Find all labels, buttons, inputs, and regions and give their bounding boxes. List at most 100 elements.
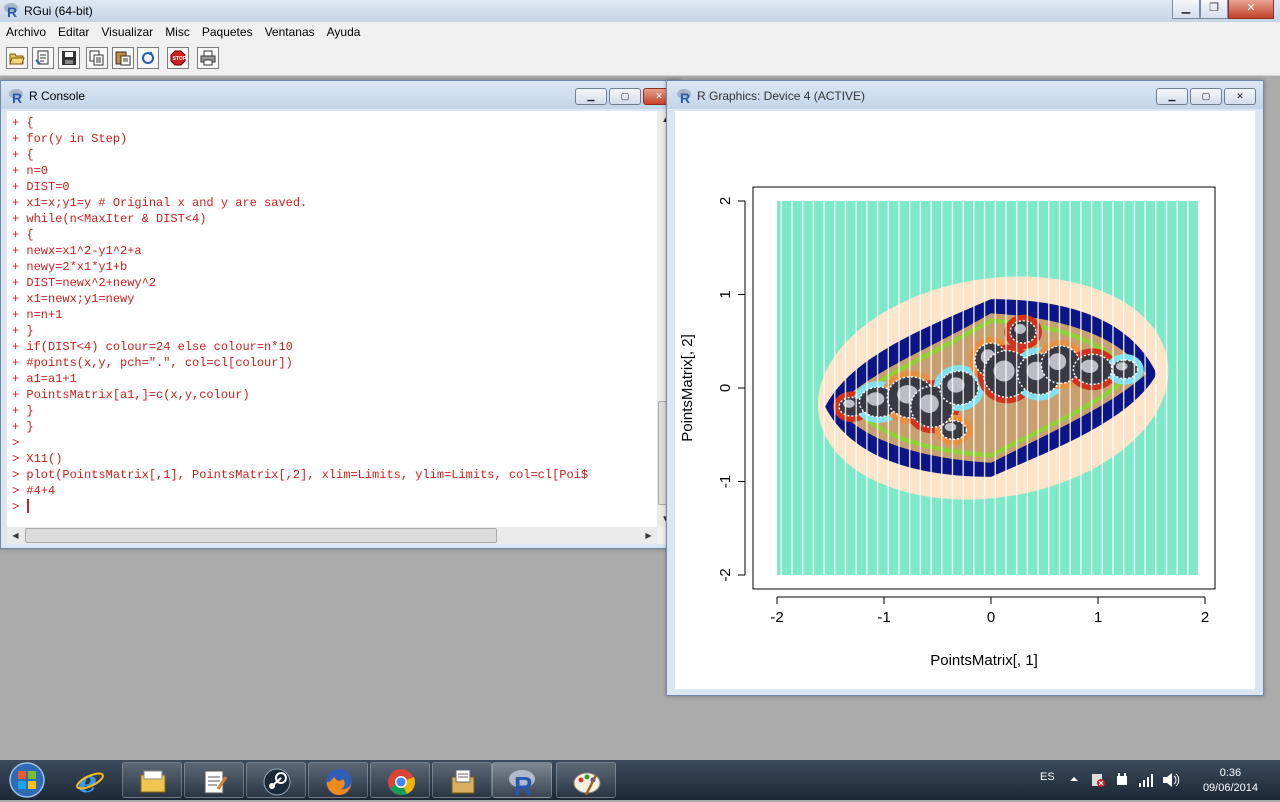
console-maximize-button[interactable]: ▢ [609, 88, 641, 105]
save-button[interactable] [58, 47, 80, 69]
graphics-title: R Graphics: Device 4 (ACTIVE) [697, 89, 866, 103]
x-tick-label: 1 [1094, 609, 1102, 626]
notes-icon [204, 770, 228, 794]
graphics-minimize-button[interactable]: ▁ [1156, 88, 1188, 105]
toolbar: STOP [0, 42, 1280, 76]
console-title-bar[interactable]: R R Console ▁ ▢ ✕ [1, 81, 680, 109]
open-script-icon [9, 53, 25, 65]
console-line: + n=0 [12, 164, 49, 178]
console-line: + #points(x,y, pch=".", col=cl[colour]) [12, 356, 293, 370]
console-line: + a1=a1+1 [12, 372, 77, 386]
paint-icon [573, 772, 601, 796]
x-tick-label: -1 [877, 609, 890, 626]
console-line: + } [12, 420, 34, 434]
menu-editar[interactable]: Editar [52, 22, 95, 39]
steam-icon [263, 768, 291, 796]
taskbar-files[interactable] [432, 762, 492, 798]
console-title: R Console [29, 89, 86, 103]
console-code: + {+ for(y in Step) + {+ n=0 + DIST=0 + x1=… [12, 115, 588, 515]
taskbar-r[interactable]: R [492, 762, 552, 798]
chrome-icon [388, 769, 415, 796]
paste-button[interactable] [112, 47, 134, 69]
load-workspace-icon [35, 50, 49, 65]
close-button[interactable]: ✕ [1228, 0, 1274, 19]
refresh-icon [142, 51, 154, 64]
system-clock[interactable]: 0:36 09/06/2014 [1203, 766, 1258, 796]
r-console-window: R R Console ▁ ▢ ✕ + {+ for(y in Step) + {… [0, 80, 681, 549]
y-axis-label: PointsMatrix[, 2] [679, 334, 696, 442]
console-line: + x1=x;y1=y # Original x and y are saved… [12, 196, 308, 210]
menu-misc[interactable]: Misc [159, 22, 196, 39]
r-graphics-window: R R Graphics: Device 4 (ACTIVE) ▁ ▢ ✕ -2… [666, 80, 1264, 696]
minimize-button[interactable]: ▁ [1172, 0, 1200, 19]
console-output[interactable]: + {+ for(y in Step) + {+ n=0 + DIST=0 + x1=… [7, 111, 674, 527]
show-hidden-icons-icon[interactable] [1068, 772, 1080, 786]
action-center-icon[interactable] [1090, 772, 1106, 788]
menu-visualizar[interactable]: Visualizar [95, 22, 159, 39]
copy-button[interactable] [86, 47, 108, 69]
graphics-device: -2 -1 0 1 2 -2 -1 0 1 2 PointsMatrix[, 1] PointsM… [675, 111, 1255, 689]
r-icon: R [509, 770, 535, 797]
taskbar-chrome[interactable] [370, 762, 430, 798]
console-minimize-button[interactable]: ▁ [575, 88, 607, 105]
load-workspace-button[interactable] [32, 47, 54, 69]
x-tick-label: 2 [1201, 609, 1209, 626]
console-line: + } [12, 324, 34, 338]
copy-icon [89, 50, 104, 66]
stop-button[interactable]: STOP [167, 47, 189, 69]
volume-icon[interactable] [1162, 772, 1180, 788]
maximize-button[interactable]: ❐ [1200, 0, 1228, 19]
files-icon [451, 769, 475, 794]
taskbar-steam[interactable] [246, 762, 306, 798]
menu-ayuda[interactable]: Ayuda [321, 22, 367, 39]
power-plug-icon[interactable] [1114, 772, 1130, 788]
console-line: > X11() [12, 452, 63, 466]
menu-archivo[interactable]: Archivo [0, 22, 52, 39]
graphics-close-button[interactable]: ✕ [1224, 88, 1256, 105]
console-line: > [12, 499, 588, 515]
scroll-right-icon[interactable]: ▶ [640, 527, 657, 544]
console-line: + { [12, 228, 34, 242]
y-tick-label: -1 [717, 475, 734, 488]
print-button[interactable] [197, 47, 219, 69]
taskbar-paint[interactable] [556, 762, 616, 798]
taskbar-firefox[interactable] [308, 762, 368, 798]
console-line: > #4+4 [12, 484, 56, 498]
graphics-maximize-button[interactable]: ▢ [1190, 88, 1222, 105]
svg-text:STOP: STOP [173, 56, 187, 62]
language-indicator[interactable]: ES [1040, 771, 1055, 783]
firefox-icon [326, 769, 352, 796]
menu-paquetes[interactable]: Paquetes [196, 22, 259, 39]
menu-ventanas[interactable]: Ventanas [259, 22, 321, 39]
console-line: + n=n+1 [12, 308, 63, 322]
x-tick-label: 0 [987, 609, 995, 626]
taskbar-ie[interactable]: e [60, 762, 120, 798]
windows-start-icon [9, 762, 45, 798]
explorer-icon [140, 770, 166, 793]
r-logo-icon: R [677, 89, 691, 104]
scroll-left-icon[interactable]: ◀ [7, 527, 24, 544]
svg-text:R: R [514, 771, 533, 797]
refresh-button[interactable] [137, 47, 159, 69]
taskbar-notes[interactable] [184, 762, 244, 798]
r-logo-icon: R [4, 3, 18, 18]
y-tick-label: 1 [717, 290, 734, 298]
console-line: + DIST=0 [12, 180, 70, 194]
console-line: > plot(PointsMatrix[,1], PointsMatrix[,2… [12, 468, 589, 482]
svg-text:R: R [680, 90, 690, 104]
console-horizontal-scrollbar[interactable]: ◀ ▶ [7, 527, 657, 544]
console-line: > [12, 436, 20, 450]
graphics-title-bar[interactable]: R R Graphics: Device 4 (ACTIVE) ▁ ▢ ✕ [667, 81, 1263, 109]
svg-text:R: R [7, 4, 17, 18]
y-tick-label: -2 [717, 568, 734, 581]
console-line: + for(y in Step) [12, 132, 128, 146]
console-line: + PointsMatrix[a1,]=c(x,y,colour) [12, 388, 250, 402]
console-line: + newy=2*x1*y1+b [12, 260, 128, 274]
fractal-plot: -2 -1 0 1 2 -2 -1 0 1 2 PointsMatrix[, 1] PointsM… [679, 186, 1216, 669]
start-button[interactable] [4, 761, 50, 799]
signal-strength-icon[interactable] [1138, 772, 1154, 788]
paste-icon [115, 51, 131, 66]
open-script-button[interactable] [6, 47, 28, 69]
horizontal-scroll-thumb[interactable] [25, 528, 497, 543]
taskbar-explorer[interactable] [122, 762, 182, 798]
